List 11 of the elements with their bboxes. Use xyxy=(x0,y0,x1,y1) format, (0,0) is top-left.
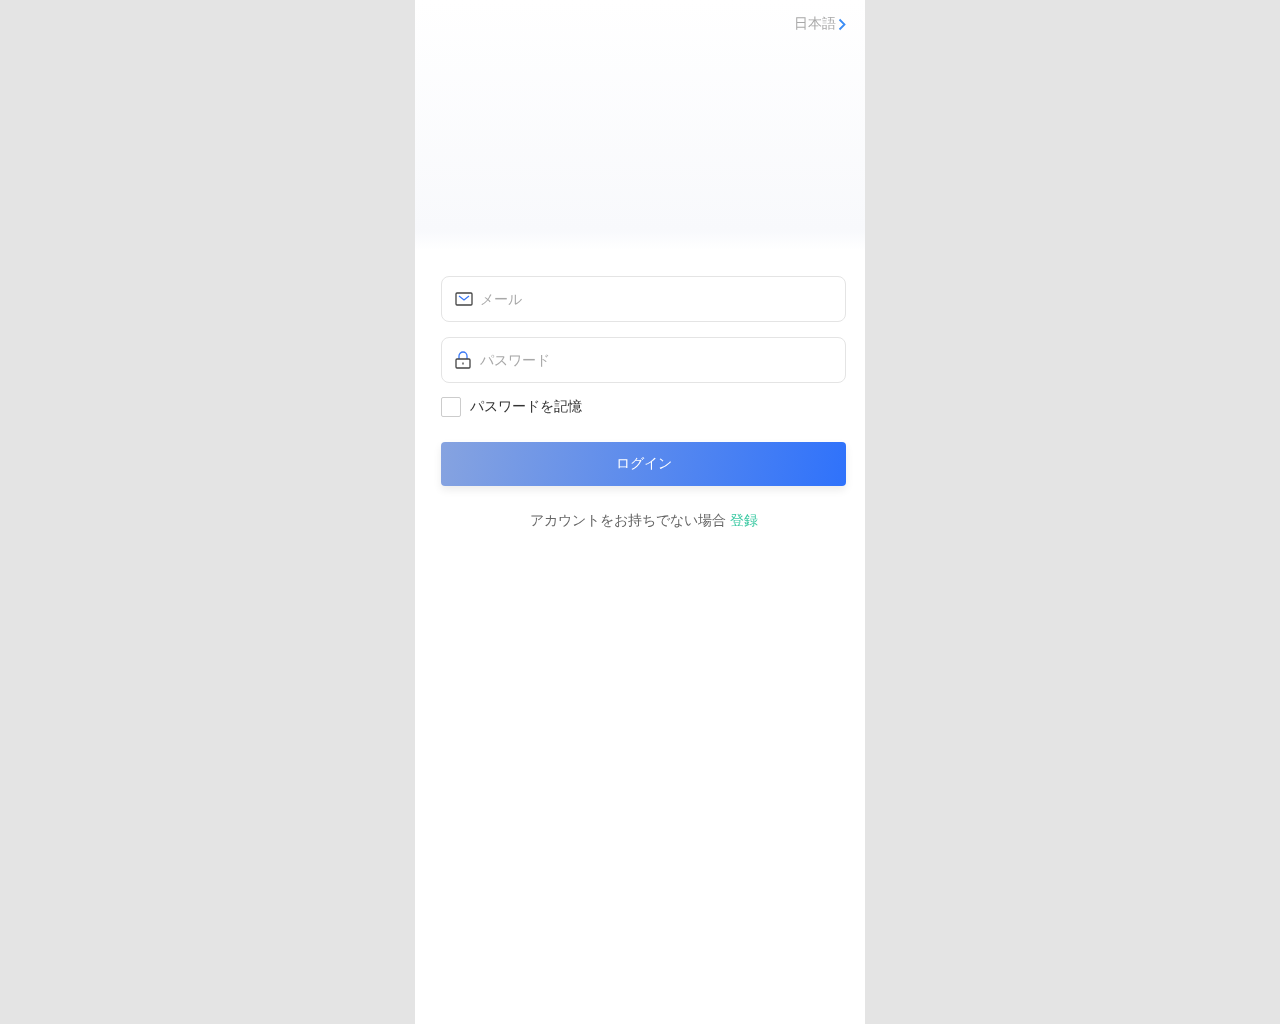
password-field[interactable]: パスワード xyxy=(441,337,846,383)
login-button[interactable]: ログイン xyxy=(441,442,846,486)
lock-icon xyxy=(455,351,471,369)
remember-label: パスワードを記憶 xyxy=(470,398,582,416)
signup-prompt: アカウントをお持ちでない場合 xyxy=(529,512,726,530)
chevron-right-icon xyxy=(838,17,846,31)
mail-icon xyxy=(455,292,473,306)
register-link[interactable]: 登録 xyxy=(729,512,758,530)
language-selector[interactable]: 日本語 xyxy=(794,14,846,34)
email-field[interactable]: メール xyxy=(441,276,846,322)
remember-checkbox[interactable] xyxy=(441,397,461,417)
